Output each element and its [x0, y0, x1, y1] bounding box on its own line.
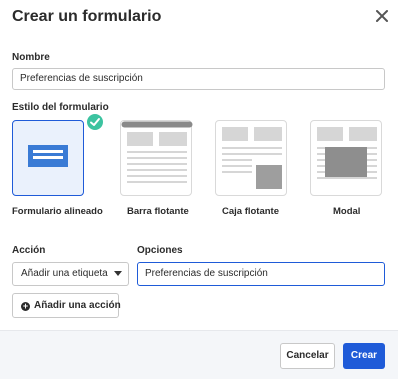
dialog-header: Crear un formulario: [0, 0, 398, 38]
style-option-floating-box[interactable]: [215, 120, 287, 196]
style-option-floating-bar[interactable]: [120, 120, 193, 196]
plus-circle-icon: +: [21, 301, 30, 311]
style-option-modal-label: Modal: [333, 206, 361, 217]
modal-thumbnail: [310, 120, 382, 196]
dialog-footer: [0, 330, 398, 379]
name-input[interactable]: Preferencias de suscripción: [12, 68, 385, 90]
modal-icon: [317, 127, 377, 179]
floating-bar-thumbnail: [120, 120, 193, 196]
name-label: Nombre: [12, 52, 50, 63]
style-option-floating-bar-label: Barra flotante: [127, 206, 189, 217]
options-label: Opciones: [137, 245, 183, 256]
close-button[interactable]: [374, 8, 390, 24]
floating-box-thumbnail: [215, 120, 287, 196]
style-option-inline[interactable]: [12, 120, 84, 196]
action-label: Acción: [12, 245, 46, 256]
selected-check-badge: [85, 112, 105, 132]
style-option-inline-label: Formulario alineado: [12, 206, 103, 217]
options-input[interactable]: Preferencias de suscripción: [137, 262, 385, 286]
action-select-value: Añadir una etiqueta: [21, 268, 108, 279]
create-button[interactable]: Crear: [343, 343, 385, 369]
chevron-down-icon: [114, 271, 122, 276]
action-select[interactable]: Añadir una etiqueta: [12, 262, 129, 286]
floating-bar-icon: [121, 121, 193, 183]
inline-form-icon: [28, 145, 68, 167]
create-form-dialog: Crear un formulario Nombre Preferencias …: [0, 0, 398, 379]
close-icon: [376, 10, 388, 22]
inline-form-thumbnail: [12, 120, 84, 196]
add-action-button[interactable]: + Añadir una acción: [12, 293, 121, 318]
floating-box-icon: [222, 127, 282, 189]
style-option-floating-box-label: Caja flotante: [222, 206, 280, 217]
add-action-label: Añadir una acción: [34, 300, 121, 311]
cancel-button[interactable]: Cancelar: [280, 343, 335, 369]
dialog-title: Crear un formulario: [12, 8, 162, 25]
style-option-modal[interactable]: [310, 120, 382, 196]
check-icon: [90, 118, 100, 126]
